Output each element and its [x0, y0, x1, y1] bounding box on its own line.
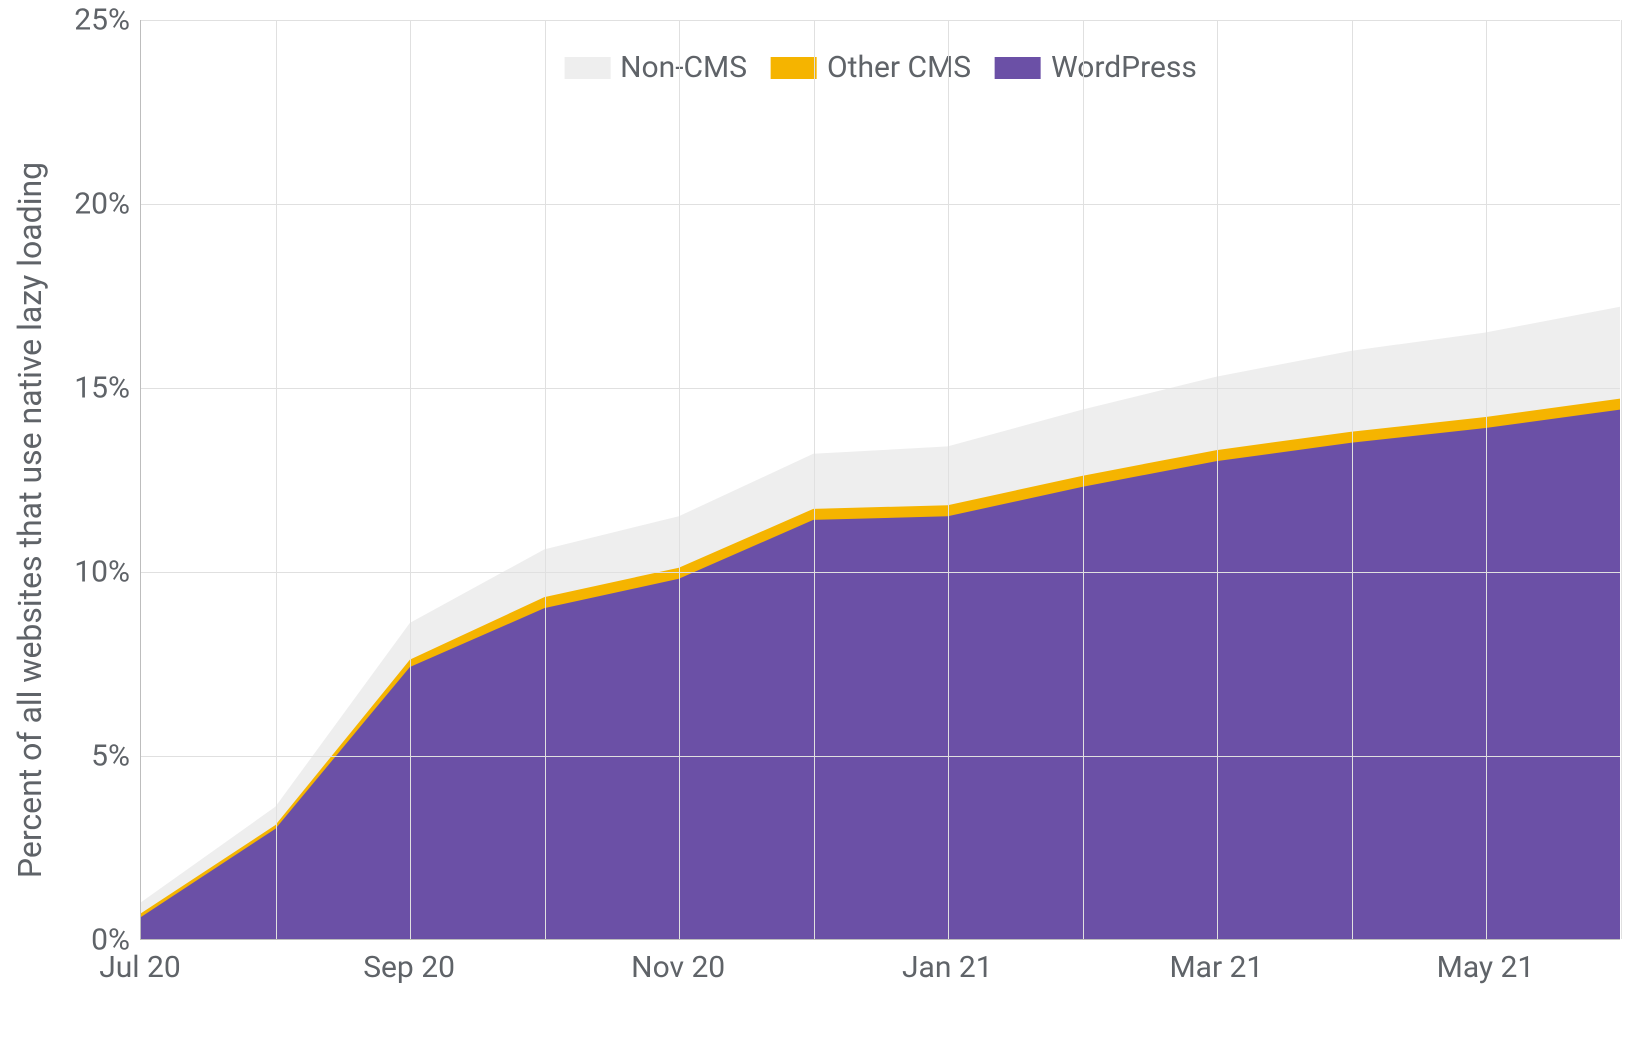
gridline-v: [545, 20, 546, 939]
chart-svg: [141, 20, 1620, 939]
y-tick-label: 20%: [74, 187, 130, 222]
plot-area: Non-CMS Other CMS WordPress: [140, 20, 1620, 940]
gridline-v: [814, 20, 815, 939]
gridline-v: [1486, 20, 1487, 939]
x-tick-label: Nov 20: [631, 950, 725, 985]
x-tick-label: Jan 21: [902, 950, 993, 985]
gridline-h: [141, 20, 1620, 21]
chart-container: Percent of all websites that use native …: [0, 0, 1640, 1040]
gridline-h: [141, 388, 1620, 389]
gridline-v: [948, 20, 949, 939]
gridline-v: [1352, 20, 1353, 939]
gridline-h: [141, 572, 1620, 573]
gridline-v: [410, 20, 411, 939]
legend-swatch: [564, 57, 610, 79]
legend-swatch: [995, 57, 1041, 79]
gridline-v: [1217, 20, 1218, 939]
y-tick-label: 10%: [74, 555, 130, 590]
gridline-v: [276, 20, 277, 939]
x-tick-label: Sep 20: [363, 950, 455, 985]
x-tick-label: May 21: [1437, 950, 1535, 985]
y-tick-label: 5%: [91, 739, 130, 774]
legend-label: WordPress: [1051, 50, 1197, 85]
x-tick-label: Jul 20: [99, 950, 181, 985]
gridline-v: [1621, 20, 1622, 939]
legend-item-non-cms: Non-CMS: [564, 50, 747, 85]
legend-item-other-cms: Other CMS: [771, 50, 971, 85]
legend-label: Other CMS: [827, 50, 971, 85]
y-axis-title: Percent of all websites that use native …: [11, 162, 49, 878]
legend-swatch: [771, 57, 817, 79]
legend: Non-CMS Other CMS WordPress: [558, 48, 1203, 87]
y-tick-label: 25%: [74, 3, 130, 38]
legend-item-wordpress: WordPress: [995, 50, 1197, 85]
gridline-h: [141, 756, 1620, 757]
legend-label: Non-CMS: [620, 50, 747, 85]
gridline-v: [679, 20, 680, 939]
gridline-h: [141, 204, 1620, 205]
y-tick-label: 15%: [74, 371, 130, 406]
gridline-v: [1083, 20, 1084, 939]
x-tick-label: Mar 21: [1169, 950, 1263, 985]
